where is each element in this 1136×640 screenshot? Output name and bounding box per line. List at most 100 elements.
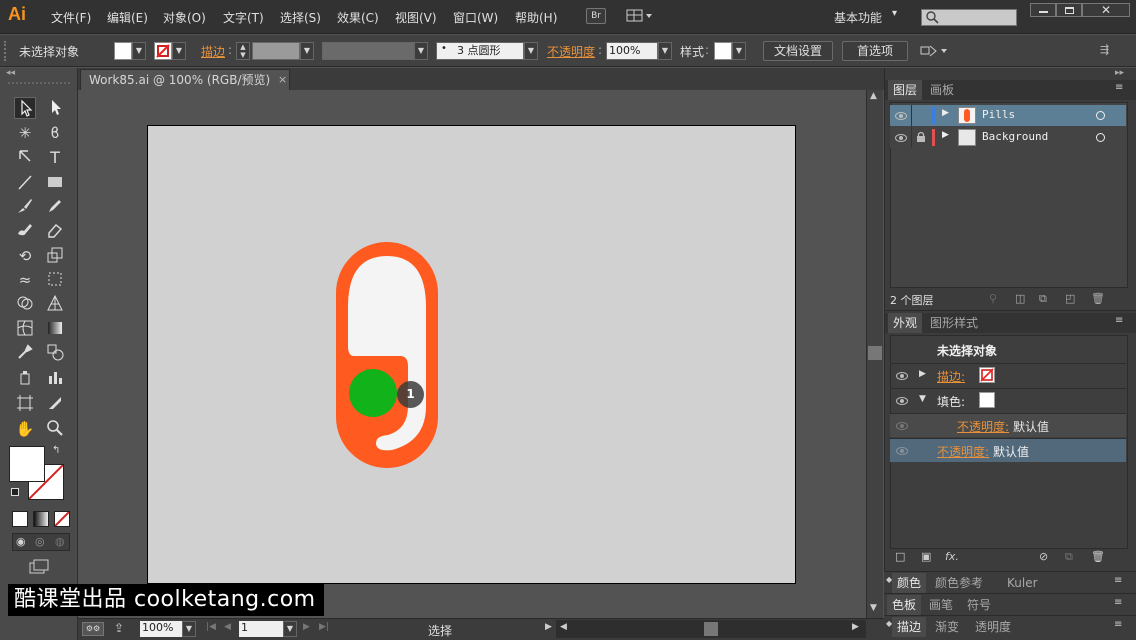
search-field[interactable] bbox=[921, 9, 1017, 26]
style-swatch[interactable] bbox=[714, 42, 732, 60]
zoom-tool-icon[interactable] bbox=[44, 418, 66, 440]
screen-mode-button[interactable] bbox=[28, 559, 50, 575]
brush-dropdown[interactable]: ▼ bbox=[524, 42, 538, 60]
stroke-swatch[interactable] bbox=[979, 367, 995, 383]
gradient-tool-icon[interactable] bbox=[44, 318, 66, 340]
fill-swatch[interactable] bbox=[979, 392, 995, 408]
draw-inside-icon[interactable]: ◍ bbox=[55, 535, 65, 548]
layer-row-background[interactable]: ▶ Background bbox=[890, 127, 1126, 148]
hand-tool-icon[interactable]: ✋ bbox=[14, 418, 36, 440]
workspace-chevron-icon[interactable]: ▾ bbox=[892, 8, 897, 19]
arrange-documents-button[interactable] bbox=[626, 9, 654, 23]
stroke-dropdown[interactable]: ▼ bbox=[172, 42, 186, 60]
cpu-indicator-icon[interactable]: ⚙⚙ bbox=[82, 622, 104, 636]
stroke-weight-stepper[interactable]: ▲ ▼ bbox=[236, 42, 250, 60]
delete-item-icon[interactable]: 🗑 bbox=[1091, 550, 1105, 563]
panel-menu-icon[interactable]: ≡ bbox=[1114, 575, 1122, 586]
status-menu-icon[interactable]: ▶ bbox=[545, 622, 552, 632]
scroll-right-icon[interactable]: ▶ bbox=[852, 622, 859, 632]
visibility-eye-icon[interactable] bbox=[895, 112, 907, 120]
rotate-tool-icon[interactable]: ⟲ bbox=[14, 245, 36, 267]
current-tool-status[interactable]: 选择 bbox=[428, 622, 452, 639]
style-dropdown[interactable]: ▼ bbox=[732, 42, 746, 60]
zoom-dropdown[interactable]: ▼ bbox=[182, 621, 196, 637]
fill-swatch[interactable] bbox=[114, 42, 132, 60]
menu-help[interactable]: 帮助(H) bbox=[515, 9, 557, 26]
add-effect-button[interactable]: fx. bbox=[945, 550, 959, 563]
fill-color-box[interactable] bbox=[9, 446, 45, 482]
first-artboard-icon[interactable]: |◀ bbox=[206, 622, 216, 632]
pill-artwork[interactable] bbox=[330, 236, 445, 476]
tab-appearance[interactable]: 外观 bbox=[888, 313, 923, 333]
make-clipping-mask-icon[interactable]: ◫ bbox=[1015, 292, 1025, 305]
rectangle-tool-icon[interactable] bbox=[44, 172, 66, 194]
target-circle-icon[interactable] bbox=[1096, 111, 1105, 120]
pen-tool-icon[interactable] bbox=[14, 147, 36, 169]
add-new-fill-icon[interactable]: ▣ bbox=[921, 550, 931, 563]
draw-behind-icon[interactable]: ◎ bbox=[35, 535, 45, 548]
layer-name[interactable]: Pills bbox=[982, 108, 1015, 121]
type-tool-icon[interactable]: T bbox=[44, 147, 66, 169]
horizontal-scrollbar[interactable]: ◀ ▶ bbox=[556, 620, 866, 638]
menu-edit[interactable]: 编辑(E) bbox=[107, 9, 148, 26]
tab-swatches[interactable]: 色板 bbox=[887, 595, 922, 615]
tab-kuler[interactable]: Kuler bbox=[1002, 573, 1043, 593]
variable-width-dropdown[interactable]: ▼ bbox=[414, 42, 428, 60]
menu-select[interactable]: 选择(S) bbox=[280, 9, 321, 26]
scale-tool-icon[interactable] bbox=[44, 245, 66, 267]
vertical-scrollbar[interactable]: ▲ ▼ bbox=[866, 90, 883, 618]
arrange-objects-button[interactable] bbox=[918, 44, 948, 58]
perspective-grid-tool-icon[interactable] bbox=[44, 293, 66, 315]
visibility-eye-icon[interactable] bbox=[896, 447, 908, 455]
eraser-tool-icon[interactable] bbox=[44, 220, 66, 242]
line-tool-icon[interactable] bbox=[14, 172, 36, 194]
menu-type[interactable]: 文字(T) bbox=[223, 9, 264, 26]
lasso-tool-icon[interactable]: ϐ bbox=[44, 122, 66, 144]
gradient-mode-button[interactable] bbox=[33, 511, 49, 527]
appearance-row-opacity[interactable]: 不透明度: 默认值 bbox=[890, 438, 1126, 462]
menu-file[interactable]: 文件(F) bbox=[51, 9, 91, 26]
magic-wand-tool-icon[interactable]: ✳ bbox=[14, 122, 36, 144]
tab-symbols[interactable]: 符号 bbox=[962, 595, 996, 615]
opacity-dropdown[interactable]: ▼ bbox=[658, 42, 672, 60]
vertical-scroll-thumb[interactable] bbox=[868, 346, 882, 360]
expand-triangle-icon[interactable]: ▶ bbox=[942, 130, 949, 140]
menu-effect[interactable]: 效果(C) bbox=[337, 9, 379, 26]
artboard[interactable] bbox=[147, 125, 796, 584]
variable-width-profile[interactable] bbox=[322, 42, 414, 60]
lock-icon[interactable] bbox=[915, 131, 927, 143]
tab-transparency[interactable]: 透明度 bbox=[970, 617, 1016, 637]
appearance-panel-menu-icon[interactable]: ≡ bbox=[1115, 315, 1123, 326]
scroll-down-icon[interactable]: ▼ bbox=[870, 603, 877, 613]
expand-triangle-icon[interactable]: ▶ bbox=[919, 369, 926, 379]
visibility-eye-icon[interactable] bbox=[895, 134, 907, 142]
maximize-button[interactable] bbox=[1056, 3, 1082, 17]
fill-dropdown[interactable]: ▼ bbox=[132, 42, 146, 60]
blend-tool-icon[interactable] bbox=[44, 342, 66, 364]
swap-fill-stroke-icon[interactable]: ↰ bbox=[52, 445, 60, 456]
default-fill-stroke-icon[interactable] bbox=[11, 488, 19, 496]
layer-name[interactable]: Background bbox=[982, 130, 1048, 143]
tab-color[interactable]: 颜色 bbox=[892, 573, 927, 593]
fill-opacity-label[interactable]: 不透明度: bbox=[957, 418, 1009, 435]
eyedropper-tool-icon[interactable] bbox=[14, 342, 36, 364]
visibility-eye-icon[interactable] bbox=[896, 372, 908, 380]
horizontal-scroll-thumb[interactable] bbox=[704, 622, 718, 636]
visibility-eye-icon[interactable] bbox=[896, 397, 908, 405]
paintbrush-tool-icon[interactable] bbox=[14, 196, 36, 218]
close-window-button[interactable]: ✕ bbox=[1082, 3, 1130, 17]
collapse-toolbox-icon[interactable]: ◂◂ bbox=[6, 68, 15, 78]
symbol-sprayer-tool-icon[interactable] bbox=[14, 367, 36, 389]
preferences-button[interactable]: 首选项 bbox=[842, 41, 908, 61]
minimize-button[interactable] bbox=[1030, 3, 1056, 17]
tab-artboards[interactable]: 画板 bbox=[925, 80, 959, 100]
zoom-level-input[interactable]: 100% bbox=[140, 621, 182, 637]
menu-view[interactable]: 视图(V) bbox=[395, 9, 437, 26]
blob-brush-tool-icon[interactable] bbox=[14, 220, 36, 242]
duplicate-item-icon[interactable]: ⧉ bbox=[1065, 550, 1073, 564]
appearance-row-fill[interactable]: ▼ 填色: bbox=[890, 388, 1126, 412]
target-circle-icon[interactable] bbox=[1096, 133, 1105, 142]
stroke-weight-dropdown[interactable]: ▼ bbox=[300, 42, 314, 60]
new-layer-icon[interactable]: ◰ bbox=[1065, 292, 1075, 305]
document-tab[interactable]: Work85.ai @ 100% (RGB/预览) × bbox=[80, 69, 290, 90]
